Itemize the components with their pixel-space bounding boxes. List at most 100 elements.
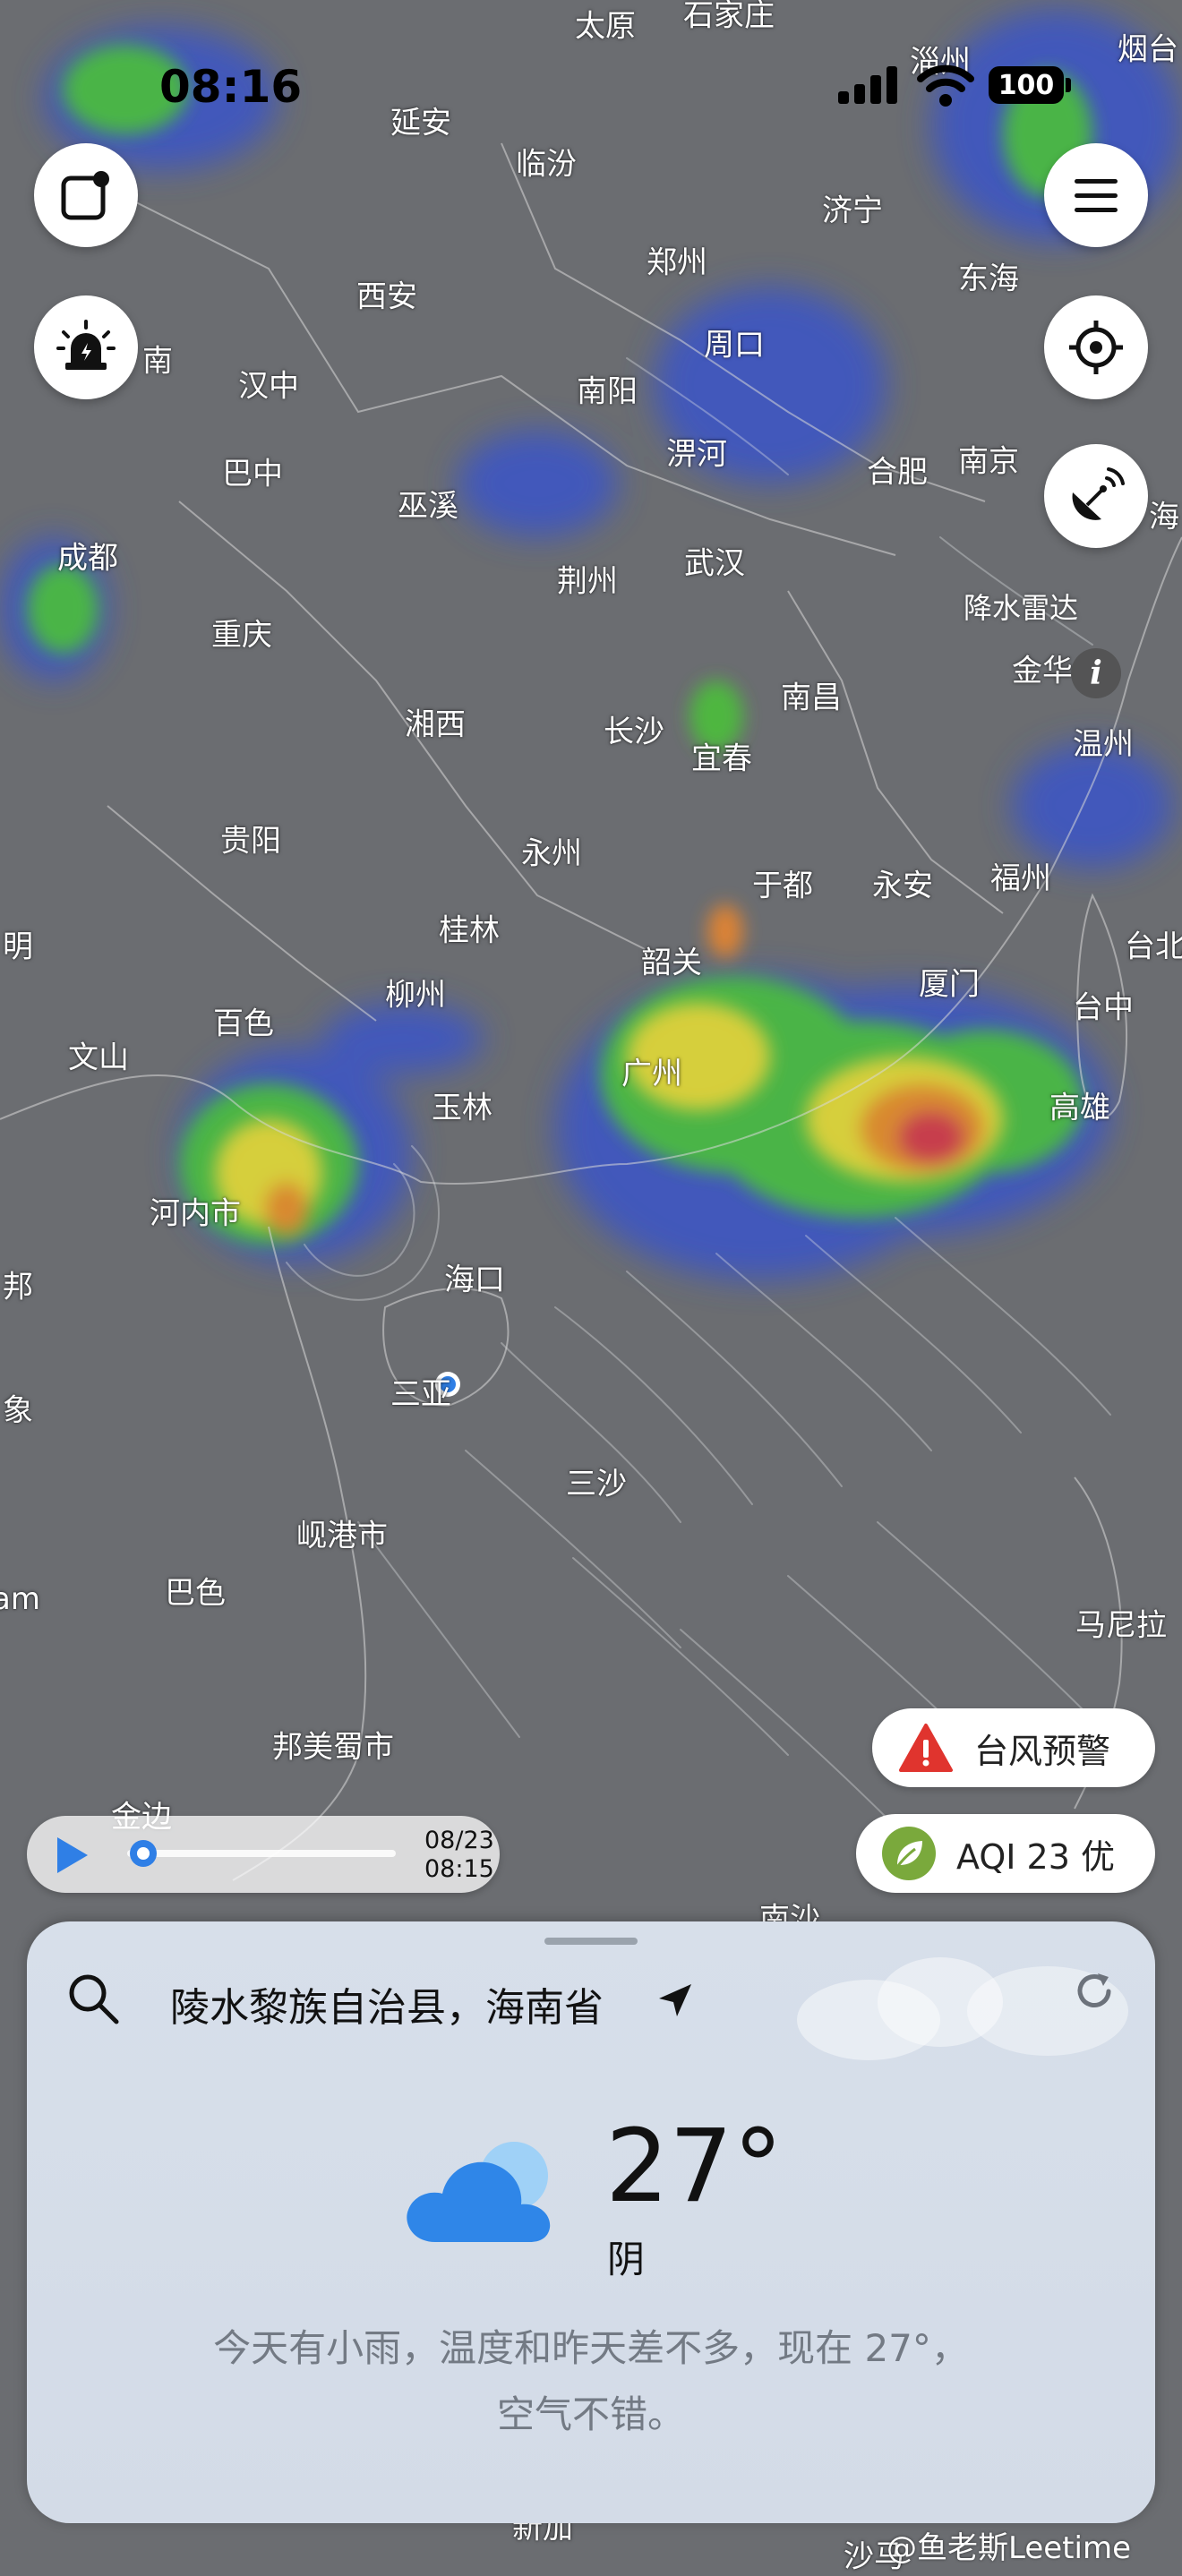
search-icon[interactable] bbox=[64, 1970, 122, 2027]
map-city-label: 海 bbox=[1149, 499, 1179, 535]
map-city-label: 韶关 bbox=[641, 945, 702, 981]
map-city-label: 南昌 bbox=[781, 680, 842, 716]
map-city-label: 永安 bbox=[872, 868, 933, 904]
map-city-label: 三亚 bbox=[390, 1376, 451, 1413]
map-city-label: 永州 bbox=[521, 835, 582, 872]
timeline-time: 08:15 bbox=[424, 1855, 494, 1883]
map-city-label: 南京 bbox=[958, 443, 1019, 480]
map-city-label: 于都 bbox=[752, 868, 813, 904]
map-city-label: 台中 bbox=[1073, 989, 1134, 1026]
map-city-label: 东海 bbox=[958, 261, 1019, 297]
typhoon-warning-button[interactable]: 台风预警 bbox=[872, 1708, 1155, 1787]
map-city-label: 邦美蜀市 bbox=[272, 1729, 394, 1766]
map-city-label: 海口 bbox=[444, 1262, 505, 1298]
map-city-label: 武汉 bbox=[684, 545, 745, 582]
map-city-label: 明 bbox=[3, 929, 33, 965]
map-city-label: 文山 bbox=[68, 1040, 129, 1076]
timeline-player[interactable]: 08/23 08:15 bbox=[27, 1816, 500, 1893]
map-city-label: 巴中 bbox=[222, 456, 283, 492]
map-city-label: 贵阳 bbox=[220, 823, 281, 860]
timeline-track[interactable] bbox=[127, 1850, 396, 1857]
aqi-label: AQI 23 优 bbox=[956, 1836, 1115, 1877]
refresh-icon[interactable] bbox=[1071, 1968, 1118, 2015]
battery-tip bbox=[1066, 78, 1071, 92]
map-city-label: 福州 bbox=[990, 860, 1051, 897]
map-city-label: 玉林 bbox=[432, 1090, 492, 1126]
aqi-button[interactable]: AQI 23 优 bbox=[856, 1814, 1155, 1893]
map-city-label: 济宁 bbox=[822, 193, 883, 229]
map-city-label: 南 bbox=[142, 343, 173, 380]
location-arrow-icon bbox=[659, 1984, 691, 2016]
map-city-label: 柳州 bbox=[385, 977, 446, 1014]
locate-me-button[interactable] bbox=[1044, 295, 1148, 399]
timeline-timestamp: 08/23 08:15 bbox=[424, 1827, 494, 1884]
map-city-label: 金华 bbox=[1012, 653, 1073, 689]
map-city-label: 烟台 bbox=[1118, 31, 1178, 68]
map-city-label: 延安 bbox=[390, 105, 451, 141]
battery-indicator: 100 bbox=[989, 66, 1064, 104]
info-icon[interactable]: i bbox=[1071, 648, 1121, 698]
alert-siren-button[interactable] bbox=[34, 295, 138, 399]
weather-condition: 阴 bbox=[607, 2238, 646, 2281]
map-city-label: 桂林 bbox=[439, 912, 500, 949]
hamburger-menu-icon bbox=[1075, 179, 1118, 212]
map-city-label: 重庆 bbox=[211, 617, 272, 654]
typhoon-warning-label: 台风预警 bbox=[974, 1731, 1111, 1771]
map-city-label: 象 bbox=[3, 1392, 33, 1429]
map-city-label: 长沙 bbox=[604, 714, 664, 750]
map-city-label: 汉中 bbox=[238, 368, 299, 405]
map-city-label: 台北 bbox=[1125, 929, 1182, 965]
map-city-label: 郑州 bbox=[647, 244, 707, 281]
siren-icon bbox=[56, 320, 116, 370]
map-city-label: 合肥 bbox=[867, 454, 928, 491]
map-city-label: 岘港市 bbox=[296, 1518, 388, 1554]
leaf-icon bbox=[882, 1827, 936, 1880]
map-city-label: 三沙 bbox=[566, 1466, 627, 1502]
weather-summary-line2: 空气不错。 bbox=[496, 2392, 685, 2436]
cloudy-weather-icon bbox=[407, 2142, 551, 2242]
warning-triangle-icon bbox=[899, 1724, 953, 1772]
map-city-label: 巫溪 bbox=[398, 488, 458, 525]
watermark-text: @鱼老斯Leetime bbox=[886, 2530, 1131, 2566]
map-city-label: 百色 bbox=[213, 1006, 274, 1042]
current-temperature: 27° bbox=[605, 2109, 784, 2225]
map-city-label: 温州 bbox=[1073, 726, 1134, 763]
radar-layer-label: 降水雷达 bbox=[963, 591, 1079, 625]
cellular-signal-icon bbox=[838, 64, 901, 104]
map-city-label: 淠河 bbox=[666, 436, 727, 473]
sheet-drag-handle[interactable] bbox=[544, 1938, 638, 1945]
map-city-label: am bbox=[0, 1581, 40, 1617]
map-city-label: 太原 bbox=[575, 8, 636, 45]
location-name[interactable]: 陵水黎族自治县，海南省 bbox=[170, 1975, 604, 2033]
map-city-label: 周口 bbox=[704, 327, 765, 364]
weather-sheet[interactable]: 陵水黎族自治县，海南省 27° 阴 今天有小雨，温度和昨天差不多，现在 27°，… bbox=[27, 1921, 1155, 2523]
map-city-label: 高雄 bbox=[1049, 1090, 1110, 1126]
crosshair-icon bbox=[1069, 321, 1123, 374]
map-city-label: 西安 bbox=[356, 278, 417, 315]
map-city-label: 宜春 bbox=[691, 740, 752, 777]
notification-badge-icon bbox=[61, 171, 109, 220]
timeline-date: 08/23 bbox=[424, 1827, 494, 1854]
notification-button[interactable] bbox=[34, 143, 138, 247]
map-city-label: 河内市 bbox=[150, 1195, 241, 1232]
map-city-label: 湘西 bbox=[405, 706, 466, 743]
status-time: 08:16 bbox=[159, 61, 303, 113]
map-city-label: 厦门 bbox=[919, 966, 980, 1003]
timeline-handle[interactable] bbox=[127, 1837, 159, 1870]
map-city-label: 临汾 bbox=[516, 146, 577, 183]
map-city-label: 石家庄 bbox=[683, 0, 775, 34]
map-city-label: 成都 bbox=[57, 540, 118, 577]
radar-layer-button[interactable] bbox=[1044, 444, 1148, 548]
weather-summary: 今天有小雨，温度和昨天差不多，现在 27°， 空气不错。 bbox=[116, 2315, 1066, 2448]
map-city-label: 巴色 bbox=[165, 1575, 226, 1612]
play-icon[interactable] bbox=[52, 1836, 91, 1875]
weather-summary-line1: 今天有小雨，温度和昨天差不多，现在 27°， bbox=[213, 2326, 969, 2370]
map-city-label: 南阳 bbox=[577, 373, 638, 410]
map-city-label: 邦 bbox=[3, 1269, 33, 1305]
radar-dish-icon bbox=[1072, 467, 1125, 520]
map-city-label: 荆州 bbox=[557, 563, 618, 600]
map-city-label: 广州 bbox=[621, 1056, 682, 1092]
map-city-label: 马尼拉 bbox=[1075, 1607, 1167, 1644]
wifi-icon bbox=[917, 64, 974, 107]
menu-button[interactable] bbox=[1044, 143, 1148, 247]
